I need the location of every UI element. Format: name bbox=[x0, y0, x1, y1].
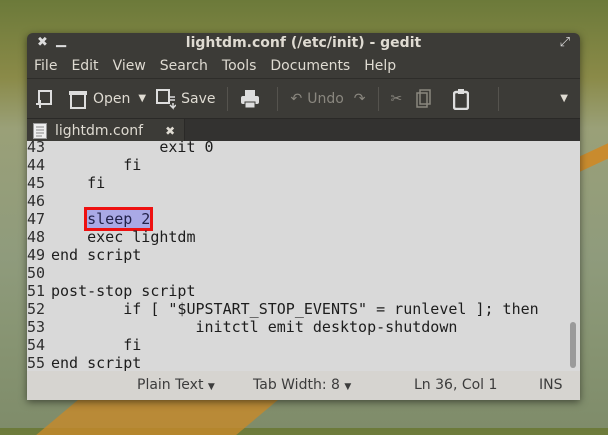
code-line: 48 exec lightdm bbox=[27, 228, 196, 246]
line-number: 44 bbox=[27, 156, 46, 174]
background-road bbox=[36, 395, 284, 435]
separator bbox=[377, 86, 379, 111]
line-number: 52 bbox=[27, 300, 46, 318]
menu-bar: File Edit View Search Tools Documents He… bbox=[27, 55, 580, 77]
save-label: Save bbox=[181, 90, 216, 107]
code-line: 54 fi bbox=[27, 336, 141, 354]
undo-button[interactable]: ↶ Undo bbox=[290, 91, 343, 107]
new-document-icon bbox=[36, 89, 52, 108]
separator bbox=[498, 86, 500, 111]
code-line: 43 exit 0 bbox=[27, 141, 214, 156]
line-text: if [ "$UPSTART_STOP_EVENTS" = runlevel ]… bbox=[51, 300, 539, 318]
undo-icon: ↶ bbox=[290, 90, 303, 107]
code-line: 53 initctl emit desktop-shutdown bbox=[27, 318, 457, 336]
line-number: 43 bbox=[27, 141, 46, 156]
redo-button[interactable]: ↷ bbox=[354, 91, 366, 107]
line-number: 48 bbox=[27, 228, 46, 246]
tab-lightdm-conf[interactable]: lightdm.conf ✖ bbox=[27, 119, 185, 142]
menu-help[interactable]: Help bbox=[364, 55, 396, 77]
tab-width-selector[interactable]: Tab Width: 8 ▼ bbox=[253, 377, 351, 393]
line-number: 51 bbox=[27, 282, 46, 300]
line-text: end script bbox=[51, 354, 142, 371]
paste-button[interactable] bbox=[453, 88, 474, 110]
menu-view[interactable]: View bbox=[113, 55, 146, 77]
line-text: fi bbox=[51, 156, 142, 174]
title-bar: ✖ ▁ lightdm.conf (/etc/init) - gedit ⤢ bbox=[27, 33, 580, 55]
open-dropdown-icon[interactable]: ▼ bbox=[138, 93, 146, 104]
code-line: 47 sleep 2 bbox=[27, 207, 154, 231]
window-title: lightdm.conf (/etc/init) - gedit bbox=[185, 35, 422, 51]
maximize-window-icon[interactable]: ⤢ bbox=[560, 35, 570, 50]
menu-search[interactable]: Search bbox=[160, 55, 208, 77]
language-selector[interactable]: Plain Text ▼ bbox=[137, 377, 215, 393]
close-tab-icon[interactable]: ✖ bbox=[165, 124, 175, 138]
scrollbar-thumb[interactable] bbox=[570, 322, 576, 368]
print-icon bbox=[241, 89, 260, 108]
line-text: fi bbox=[51, 336, 142, 354]
text-editor[interactable]: 43 exit 0 44 fi 45 fi 46 47 sleep 2 48 exec l… bbox=[27, 141, 580, 371]
save-button[interactable]: Save bbox=[156, 88, 215, 110]
line-number: 49 bbox=[27, 246, 46, 264]
separator bbox=[227, 86, 229, 111]
line-number: 46 bbox=[27, 192, 46, 210]
menu-documents[interactable]: Documents bbox=[270, 55, 350, 77]
code-line: 45 fi bbox=[27, 174, 105, 192]
cut-icon: ✂ bbox=[390, 90, 403, 107]
line-text: fi bbox=[51, 174, 106, 192]
new-document-button[interactable] bbox=[35, 89, 58, 109]
line-text: post-stop script bbox=[51, 282, 196, 300]
cut-button[interactable]: ✂ bbox=[391, 91, 403, 107]
toolbar: Open ▼ Save ↶ Undo ↷ ✂ ▼ bbox=[27, 78, 580, 118]
line-number: 53 bbox=[27, 318, 46, 336]
cursor-position: Ln 36, Col 1 bbox=[414, 377, 498, 393]
copy-icon bbox=[416, 88, 432, 108]
code-line: 50 bbox=[27, 264, 51, 282]
save-icon bbox=[156, 88, 177, 110]
line-text: exec lightdm bbox=[51, 228, 196, 246]
line-text: exit 0 bbox=[51, 141, 214, 156]
redo-icon: ↷ bbox=[353, 90, 366, 107]
open-icon bbox=[69, 90, 87, 109]
line-text: end script bbox=[51, 246, 142, 264]
menu-file[interactable]: File bbox=[34, 55, 57, 77]
separator bbox=[277, 86, 279, 111]
line-text bbox=[51, 210, 87, 228]
text-file-icon bbox=[33, 122, 47, 139]
code-line: 44 fi bbox=[27, 156, 141, 174]
tab-bar: lightdm.conf ✖ bbox=[27, 118, 580, 142]
print-button[interactable] bbox=[240, 89, 265, 109]
line-number: 50 bbox=[27, 264, 46, 282]
line-number: 47 bbox=[27, 210, 46, 228]
toolbar-overflow-icon[interactable]: ▼ bbox=[560, 93, 568, 104]
line-number: 55 bbox=[27, 354, 46, 371]
status-bar: Plain Text ▼ Tab Width: 8 ▼ Ln 36, Col 1… bbox=[27, 371, 580, 400]
highlighted-selection: sleep 2 bbox=[84, 207, 154, 231]
gedit-window: ✖ ▁ lightdm.conf (/etc/init) - gedit ⤢ F… bbox=[27, 33, 580, 400]
tab-label: lightdm.conf bbox=[55, 122, 144, 139]
insert-mode: INS bbox=[539, 377, 563, 393]
line-number: 45 bbox=[27, 174, 46, 192]
undo-label: Undo bbox=[307, 90, 344, 107]
code-line: 52 if [ "$UPSTART_STOP_EVENTS" = runleve… bbox=[27, 300, 539, 318]
line-number: 54 bbox=[27, 336, 46, 354]
line-text: initctl emit desktop-shutdown bbox=[51, 318, 458, 336]
menu-tools[interactable]: Tools bbox=[222, 55, 257, 77]
code-line: 51 post-stop script bbox=[27, 282, 196, 300]
code-line: 49 end script bbox=[27, 246, 141, 264]
code-line: 55 end script bbox=[27, 354, 141, 371]
open-label: Open bbox=[93, 90, 131, 107]
open-button[interactable]: Open ▼ bbox=[68, 89, 146, 109]
copy-button[interactable] bbox=[416, 88, 437, 109]
paste-icon bbox=[453, 88, 470, 110]
menu-edit[interactable]: Edit bbox=[71, 55, 98, 77]
code-line: 46 bbox=[27, 192, 51, 210]
